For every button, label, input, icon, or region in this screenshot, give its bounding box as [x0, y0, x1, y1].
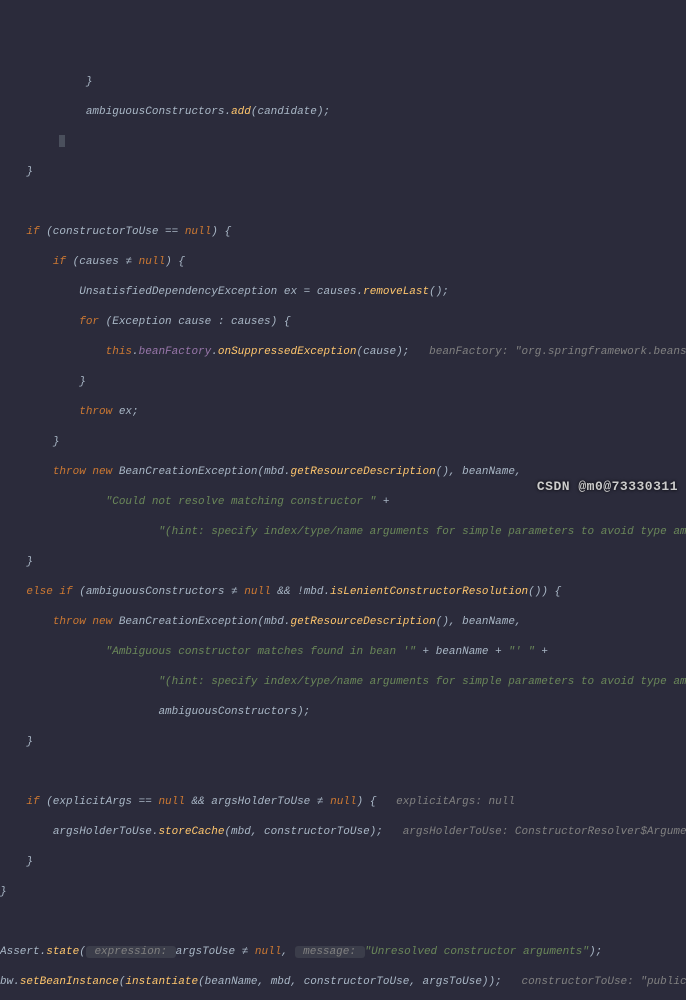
code-line: if (causes ≠ null) { [0, 255, 686, 270]
code-line [0, 915, 686, 930]
code-line: Assert.state( expression: argsToUse ≠ nu… [0, 945, 686, 960]
code-line: } [0, 435, 686, 450]
inline-hint: explicitArgs: null [376, 796, 515, 808]
watermark-text: CSDN @m0@73330311 [537, 479, 678, 494]
code-line [0, 195, 686, 210]
text-cursor [59, 135, 65, 147]
code-editor[interactable]: } ambiguousConstructors.add(candidate); … [0, 60, 686, 1000]
code-line: "(hint: specify index/type/name argument… [0, 675, 686, 690]
code-line: } [0, 735, 686, 750]
code-line: } [0, 885, 686, 900]
code-line: "(hint: specify index/type/name argument… [0, 525, 686, 540]
code-line [0, 765, 686, 780]
code-line: UnsatisfiedDependencyException ex = caus… [0, 285, 686, 300]
code-line: else if (ambiguousConstructors ≠ null &&… [0, 585, 686, 600]
code-line [0, 135, 686, 150]
code-line: if (constructorToUse == null) { [0, 225, 686, 240]
param-hint: message: [295, 946, 365, 958]
code-line: this.beanFactory.onSuppressedException(c… [0, 345, 686, 360]
code-line: bw.setBeanInstance(instantiate(beanName,… [0, 975, 686, 990]
code-line: throw ex; [0, 405, 686, 420]
code-line: "Could not resolve matching constructor … [0, 495, 686, 510]
code-line: } [0, 555, 686, 570]
inline-hint: constructorToUse: "public com.sounce [502, 976, 686, 988]
code-line: for (Exception cause : causes) { [0, 315, 686, 330]
code-line: if (explicitArgs == null && argsHolderTo… [0, 795, 686, 810]
code-line: ambiguousConstructors.add(candidate); [0, 105, 686, 120]
inline-hint: beanFactory: "org.springframework.beans.… [409, 346, 686, 358]
code-line: } [0, 75, 686, 90]
code-line: throw new BeanCreationException(mbd.getR… [0, 465, 686, 480]
code-line: } [0, 375, 686, 390]
code-line: argsHolderToUse.storeCache(mbd, construc… [0, 825, 686, 840]
code-line: "Ambiguous constructor matches found in … [0, 645, 686, 660]
code-line: ambiguousConstructors); [0, 705, 686, 720]
inline-hint: argsHolderToUse: ConstructorResolver$Arg… [383, 826, 686, 838]
code-line: } [0, 165, 686, 180]
param-hint: expression: [86, 946, 176, 958]
code-line: throw new BeanCreationException(mbd.getR… [0, 615, 686, 630]
code-line: } [0, 855, 686, 870]
